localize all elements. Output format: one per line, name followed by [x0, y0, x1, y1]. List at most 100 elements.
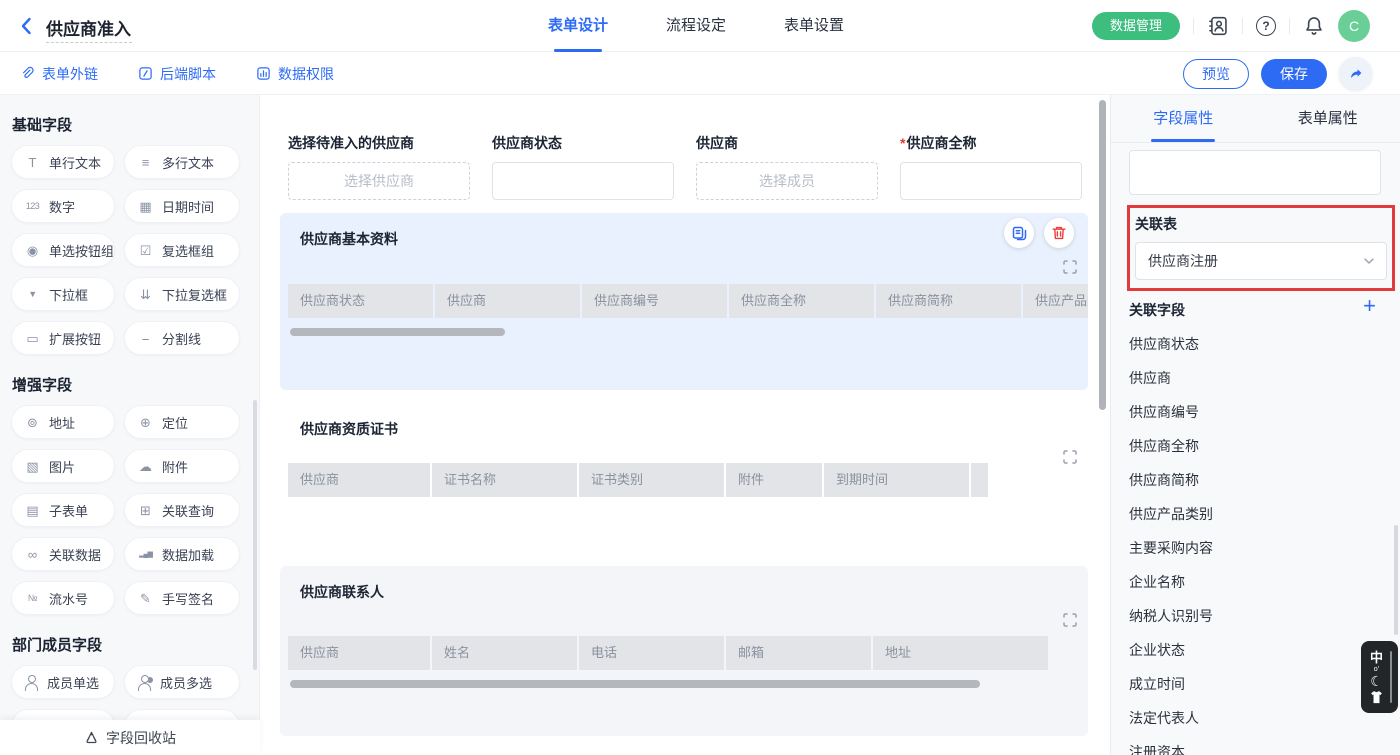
sidebar-group-title: 基础字段	[12, 114, 259, 135]
page-title[interactable]: 供应商准入	[46, 15, 131, 40]
expand-icon[interactable]	[1062, 612, 1078, 628]
sidebar-item-subform[interactable]: ▤子表单	[11, 493, 115, 527]
field-input[interactable]	[900, 162, 1082, 200]
panel-scrollbar[interactable]	[1394, 525, 1398, 635]
field-label-text: 供应商全称	[906, 135, 976, 151]
column-header: 供应商简称	[876, 284, 1021, 318]
related-table-label: 关联表	[1135, 214, 1177, 234]
sidebar-item-dropdown[interactable]: ▼下拉框	[11, 277, 115, 311]
toolbar-link-2[interactable]: 数据权限	[256, 64, 334, 84]
column-header: 供应商	[288, 636, 430, 670]
address-icon: ⊚	[24, 414, 41, 431]
relation-data-icon: ∞	[24, 546, 41, 563]
sidebar-item-data-load[interactable]: ▂▄▆数据加载	[124, 537, 240, 571]
canvas-field-0[interactable]: 选择待准入的供应商选择供应商	[288, 133, 470, 200]
field-recycle-bin-label: 字段回收站	[106, 728, 176, 748]
required-star: *	[900, 135, 905, 151]
sidebar-item-single-line-text[interactable]: T单行文本	[11, 145, 115, 179]
related-field-item[interactable]: 供应商全称	[1129, 429, 1392, 463]
bell-icon[interactable]	[1303, 15, 1325, 37]
data-manage-button[interactable]: 数据管理	[1092, 12, 1180, 40]
related-table-select[interactable]: 供应商注册	[1135, 242, 1387, 280]
related-field-item[interactable]: 供应产品类别	[1129, 497, 1392, 531]
sidebar-item-extend-button[interactable]: ▭扩展按钮	[11, 321, 115, 355]
sidebar-item-checkbox-group[interactable]: ☑复选框组	[124, 233, 240, 267]
sidebar-item-multi-line-text[interactable]: ≡多行文本	[124, 145, 240, 179]
toolbar-links: 表单外链 后端脚本 数据权限	[20, 52, 334, 95]
form-canvas: 选择待准入的供应商选择供应商供应商状态供应商选择成员*供应商全称 供应商基本资料…	[260, 95, 1110, 755]
field-input[interactable]: 选择供应商	[288, 162, 470, 200]
description-input[interactable]	[1129, 150, 1381, 195]
sidebar-item-number[interactable]: 123数字	[11, 189, 115, 223]
tab-workflow[interactable]: 流程设定	[666, 0, 726, 52]
related-field-item[interactable]: 法定代表人	[1129, 701, 1392, 735]
sidebar-item-label: 手写签名	[162, 589, 214, 608]
help-icon[interactable]: ?	[1256, 16, 1276, 36]
preview-button[interactable]: 预览	[1183, 59, 1249, 89]
horizontal-scrollbar[interactable]	[290, 680, 980, 688]
canvas-field-1[interactable]: 供应商状态	[492, 133, 674, 200]
related-field-item[interactable]: 成立时间	[1129, 667, 1392, 701]
avatar[interactable]: C	[1338, 10, 1370, 42]
translate-icon[interactable]: 中	[1370, 651, 1383, 665]
sidebar-item-location[interactable]: ⊕定位	[124, 405, 240, 439]
share-button[interactable]	[1339, 57, 1372, 90]
horizontal-scrollbar[interactable]	[290, 328, 505, 336]
moon-icon[interactable]: ☾	[1370, 674, 1383, 689]
field-label-text: 选择待准入的供应商	[288, 135, 414, 151]
shirt-icon[interactable]	[1369, 690, 1384, 704]
subform-section-2[interactable]: 供应商联系人供应商姓名电话邮箱地址	[280, 566, 1088, 736]
sidebar-item-multi-dropdown[interactable]: ⇊下拉复选框	[124, 277, 240, 311]
sidebar-item-signature[interactable]: ✎手写签名	[124, 581, 240, 615]
related-field-item[interactable]: 企业名称	[1129, 565, 1392, 599]
sidebar-item-radio-group[interactable]: ◉单选按钮组	[11, 233, 115, 267]
sidebar-item-label: 数据加载	[162, 545, 214, 564]
save-button[interactable]: 保存	[1261, 59, 1327, 89]
top-field-row: 选择待准入的供应商选择供应商供应商状态供应商选择成员 *供应商全称	[288, 133, 1110, 200]
field-recycle-bin[interactable]: 字段回收站	[0, 720, 260, 755]
canvas-vertical-scrollbar[interactable]	[1099, 100, 1106, 410]
sidebar-item-label: 扩展按钮	[49, 329, 101, 348]
sidebar-item-serial-number[interactable]: №流水号	[11, 581, 115, 615]
sidebar-item-divider[interactable]: ⎯分割线	[124, 321, 240, 355]
sidebar-item-image[interactable]: ▧图片	[11, 449, 115, 483]
toolbar-actions: 预览 保存	[1183, 52, 1372, 95]
toolbar-link-1[interactable]: 后端脚本	[138, 64, 216, 84]
sidebar-item-label: 流水号	[49, 589, 88, 608]
sidebar-item-relation-query[interactable]: ⊞关联查询	[124, 493, 240, 527]
sidebar-item-relation-data[interactable]: ∞关联数据	[11, 537, 115, 571]
contacts-book-icon[interactable]	[1207, 15, 1229, 37]
related-field-item[interactable]: 供应商编号	[1129, 395, 1392, 429]
sidebar-item-member-single[interactable]: 成员单选	[11, 665, 115, 699]
related-field-item[interactable]: 供应商	[1129, 361, 1392, 395]
subform-section-0[interactable]: 供应商基本资料供应商状态供应商供应商编号供应商全称供应商简称供应产品类别	[280, 213, 1088, 390]
chevron-down-icon	[1362, 254, 1376, 268]
sidebar-scrollbar[interactable]	[253, 400, 257, 670]
related-field-item[interactable]: 企业状态	[1129, 633, 1392, 667]
sidebar-item-attachment[interactable]: ☁附件	[124, 449, 240, 483]
related-field-item[interactable]: 注册资本	[1129, 735, 1392, 755]
toolbar-link-0[interactable]: 表单外链	[20, 64, 98, 84]
code-square-icon	[138, 66, 153, 81]
sidebar-item-address[interactable]: ⊚地址	[11, 405, 115, 439]
related-field-item[interactable]: 供应商简称	[1129, 463, 1392, 497]
field-input[interactable]: 选择成员	[696, 162, 878, 200]
add-related-field-button[interactable]: +	[1363, 295, 1376, 317]
tab-field-properties[interactable]: 字段属性	[1111, 95, 1256, 142]
sidebar-item-datetime[interactable]: ▦日期时间	[124, 189, 240, 223]
copy-button[interactable]	[1004, 218, 1034, 248]
delete-button[interactable]	[1044, 218, 1074, 248]
tab-form-design[interactable]: 表单设计	[548, 0, 608, 52]
subform-section-1[interactable]: 供应商资质证书供应商证书名称证书类别附件到期时间	[280, 403, 1088, 553]
field-input[interactable]	[492, 162, 674, 200]
tab-form-settings[interactable]: 表单设置	[784, 0, 844, 52]
canvas-field-2[interactable]: 供应商选择成员	[696, 133, 878, 200]
related-field-item[interactable]: 纳税人识别号	[1129, 599, 1392, 633]
related-field-item[interactable]: 供应商状态	[1129, 327, 1392, 361]
sidebar-item-member-multi[interactable]: 成员多选	[124, 665, 240, 699]
tab-form-properties[interactable]: 表单属性	[1256, 95, 1400, 142]
canvas-field-3[interactable]: *供应商全称	[900, 133, 1082, 200]
expand-icon[interactable]	[1062, 259, 1078, 275]
related-field-item[interactable]: 主要采购内容	[1129, 531, 1392, 565]
back-icon[interactable]	[16, 15, 38, 37]
